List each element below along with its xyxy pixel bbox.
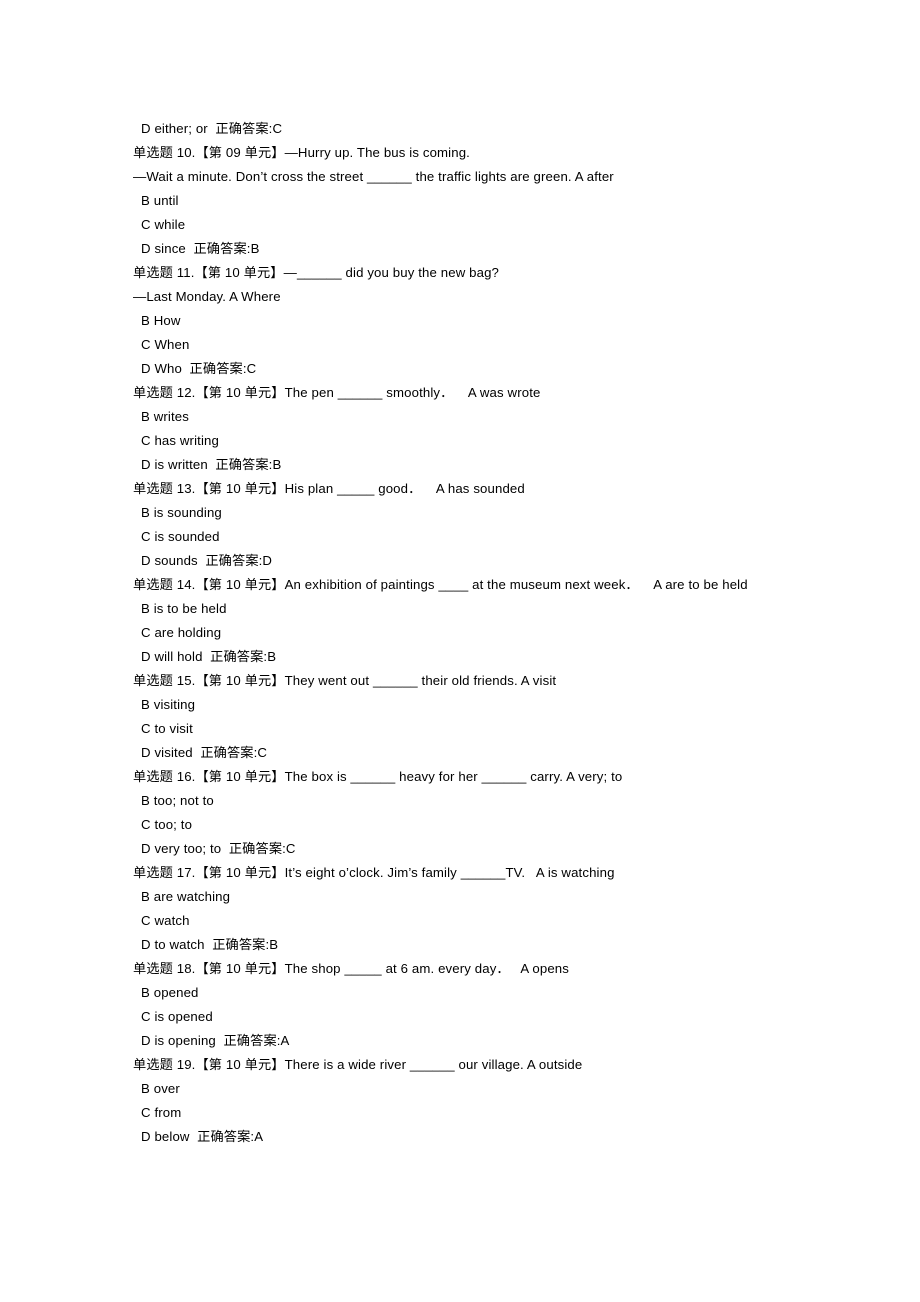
answer-option-line: C is sounded bbox=[141, 529, 220, 544]
question-stem-line: 单选题 14.【第 10 单元】An exhibition of paintin… bbox=[133, 577, 748, 592]
answer-option-line: C to visit bbox=[141, 721, 193, 736]
answer-option-line: C watch bbox=[141, 913, 190, 928]
question-stem-line: 单选题 18.【第 10 单元】The shop _____ at 6 am. … bbox=[133, 961, 569, 976]
answer-option-line: B visiting bbox=[141, 697, 196, 712]
answer-option-line: B writes bbox=[141, 409, 189, 424]
answer-option-line: C while bbox=[141, 217, 186, 232]
answer-option-line: B too; not to bbox=[141, 793, 214, 808]
answer-option-line: D visited 正确答案:C bbox=[141, 745, 268, 760]
question-stem-line: 单选题 13.【第 10 单元】His plan _____ good． A h… bbox=[133, 481, 525, 496]
answer-option-line: B over bbox=[141, 1081, 180, 1096]
answer-option-line: D to watch 正确答案:B bbox=[141, 937, 279, 952]
answer-option-line: C from bbox=[141, 1105, 182, 1120]
question-stem-line: 单选题 19.【第 10 单元】There is a wide river __… bbox=[133, 1057, 583, 1072]
answer-option-line: C When bbox=[141, 337, 190, 352]
question-stem-line: 单选题 10.【第 09 单元】—Hurry up. The bus is co… bbox=[133, 145, 470, 160]
answer-option-line: D is written 正确答案:B bbox=[141, 457, 282, 472]
answer-option-line: B are watching bbox=[141, 889, 231, 904]
answer-option-line: D either; or 正确答案:C bbox=[141, 121, 283, 136]
answer-option-line: D will hold 正确答案:B bbox=[141, 649, 277, 664]
question-list: D either; or 正确答案:C 单选题 10.【第 09 单元】—Hur… bbox=[133, 117, 793, 1149]
answer-option-line: D is opening 正确答案:A bbox=[141, 1033, 290, 1048]
answer-option-line: C too; to bbox=[141, 817, 193, 832]
answer-option-line: B is sounding bbox=[141, 505, 222, 520]
question-stem-continuation-line: —Wait a minute. Don’t cross the street _… bbox=[133, 169, 614, 184]
question-stem-line: 单选题 12.【第 10 单元】The pen ______ smoothly．… bbox=[133, 385, 541, 400]
answer-option-line: B opened bbox=[141, 985, 199, 1000]
answer-option-line: B until bbox=[141, 193, 179, 208]
question-stem-line: 单选题 17.【第 10 单元】It’s eight o’clock. Jim’… bbox=[133, 865, 615, 880]
document-page: D either; or 正确答案:C 单选题 10.【第 09 单元】—Hur… bbox=[0, 0, 920, 1302]
answer-option-line: D Who 正确答案:C bbox=[141, 361, 257, 376]
question-stem-line: 单选题 11.【第 10 单元】—______ did you buy the … bbox=[133, 265, 500, 280]
answer-option-line: B is to be held bbox=[141, 601, 227, 616]
answer-option-line: D below 正确答案:A bbox=[141, 1129, 264, 1144]
answer-option-line: C has writing bbox=[141, 433, 219, 448]
answer-option-line: D since 正确答案:B bbox=[141, 241, 260, 256]
answer-option-line: C is opened bbox=[141, 1009, 213, 1024]
answer-option-line: D very too; to 正确答案:C bbox=[141, 841, 296, 856]
answer-option-line: C are holding bbox=[141, 625, 222, 640]
question-stem-line: 单选题 16.【第 10 单元】The box is ______ heavy … bbox=[133, 769, 623, 784]
question-stem-line: 单选题 15.【第 10 单元】They went out ______ the… bbox=[133, 673, 557, 688]
answer-option-line: B How bbox=[141, 313, 181, 328]
question-stem-continuation-line: —Last Monday. A Where bbox=[133, 289, 281, 304]
answer-option-line: D sounds 正确答案:D bbox=[141, 553, 273, 568]
